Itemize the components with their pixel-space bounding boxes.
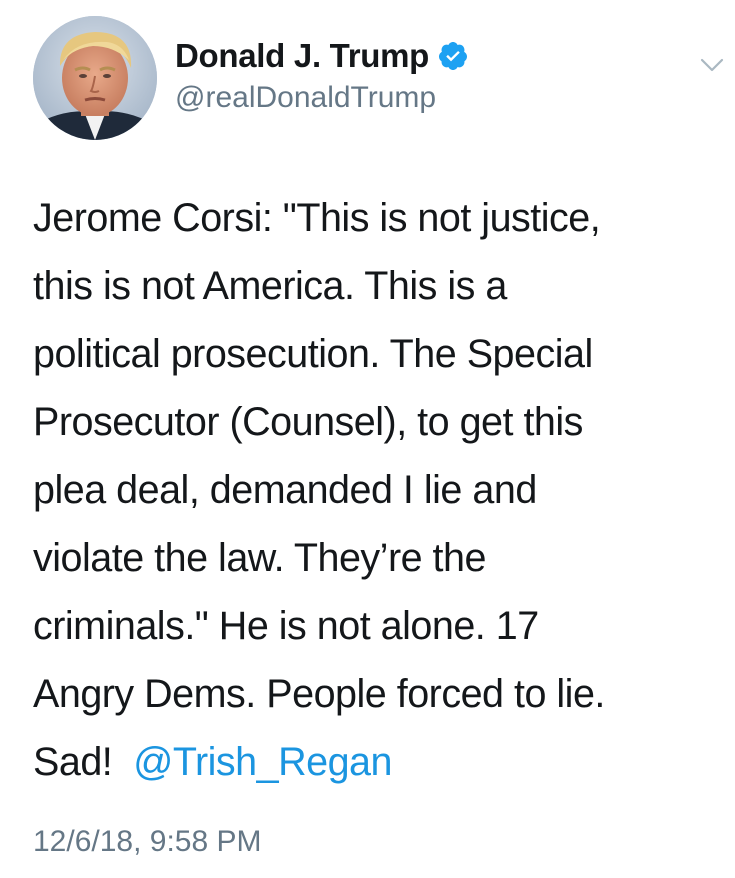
tweet-text-line: plea deal, demanded I lie and	[33, 468, 537, 512]
tweet-text-last-line: Sad! @Trish_Regan	[33, 728, 723, 796]
author-info: Donald J. Trump @realDonaldTrump	[175, 36, 469, 118]
tweet-text-line: Prosecutor (Counsel), to get this	[33, 400, 583, 444]
tweet-text-line: Angry Dems. People forced to lie.	[33, 672, 605, 716]
tweet-text-line: this is not America. This is a	[33, 264, 507, 308]
verified-badge-icon	[437, 40, 469, 72]
avatar[interactable]	[33, 16, 157, 140]
tweet-text-line: Jerome Corsi: "This is not justice,	[33, 196, 601, 240]
tweet-card: Donald J. Trump @realDonaldTrump Jerome …	[0, 0, 735, 878]
mention-link[interactable]: @Trish_Regan	[133, 740, 392, 784]
tweet-text-sad: Sad!	[33, 740, 113, 784]
tweet-text-line: violate the law. They’re the	[33, 536, 486, 580]
tweet-header: Donald J. Trump @realDonaldTrump	[33, 16, 724, 146]
avatar-image	[33, 16, 157, 140]
tweet-text: Jerome Corsi: "This is not justice, this…	[33, 184, 723, 796]
tweet-timestamp[interactable]: 12/6/18, 9:58 PM	[33, 822, 262, 862]
tweet-text-line: political prosecution. The Special	[33, 332, 593, 376]
display-name-row: Donald J. Trump	[175, 36, 469, 76]
tweet-text-line: criminals." He is not alone. 17	[33, 604, 539, 648]
author-handle[interactable]: @realDonaldTrump	[175, 78, 469, 118]
chevron-down-icon[interactable]	[696, 49, 728, 81]
display-name[interactable]: Donald J. Trump	[175, 36, 429, 76]
